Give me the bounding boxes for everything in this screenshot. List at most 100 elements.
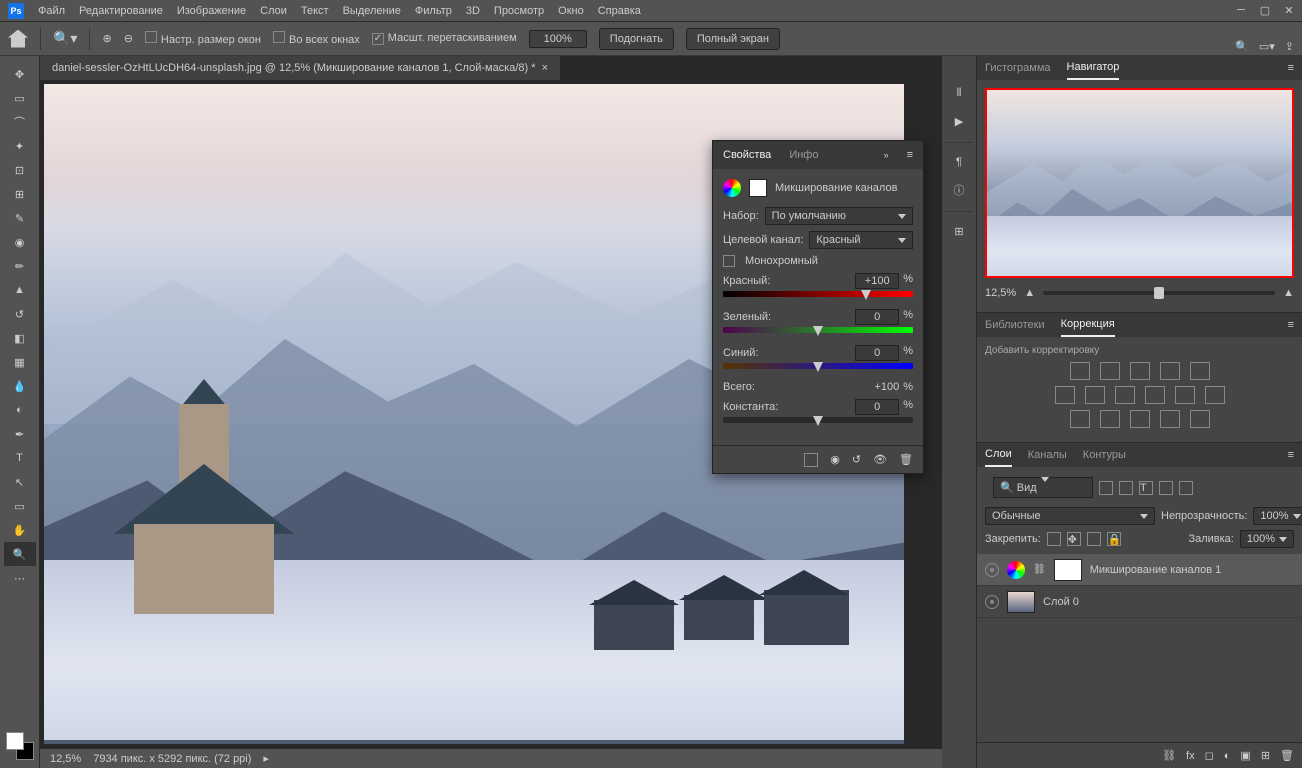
layer-item[interactable]: ⛓ Микширование каналов 1 [977,554,1302,586]
collapse-icon[interactable]: » [884,150,889,160]
mask-thumbnail[interactable] [1054,559,1082,581]
tab-channels[interactable]: Каналы [1028,444,1067,466]
new-group-icon[interactable]: ▣ [1240,749,1250,762]
threshold-icon[interactable] [1130,410,1150,428]
constant-slider[interactable] [723,417,913,425]
filter-type-icon[interactable]: T [1139,481,1153,495]
panel-menu-icon[interactable]: ≡ [1288,449,1294,461]
zoom-level-input[interactable]: 100% [529,30,587,48]
minimize-button[interactable]: ─ [1234,3,1248,17]
lasso-tool[interactable]: ⌒ [4,110,36,134]
swatch-icon[interactable]: ⊞ [946,218,972,244]
layer-mask-icon[interactable]: ◻ [1205,749,1214,762]
menu-layers[interactable]: Слои [260,5,287,17]
info-icon[interactable]: ⓘ [946,177,972,203]
brightness-icon[interactable] [1070,362,1090,380]
foreground-color[interactable] [6,732,24,750]
eyedropper-tool[interactable]: ✎ [4,206,36,230]
layer-filter-select[interactable]: 🔍 Вид [993,477,1093,498]
tab-navigator[interactable]: Навигатор [1067,56,1120,80]
menu-filter[interactable]: Фильтр [415,5,452,17]
visibility-toggle[interactable] [985,595,999,609]
paragraph-icon[interactable]: ¶ [946,149,972,175]
lock-artboard-icon[interactable] [1087,532,1101,546]
status-zoom[interactable]: 12,5% [50,753,81,765]
search-icon[interactable]: 🔍 [1235,40,1249,53]
filter-shape-icon[interactable] [1159,481,1173,495]
play-icon[interactable]: ▶ [946,108,972,134]
layer-name[interactable]: Слой 0 [1043,596,1079,608]
menu-image[interactable]: Изображение [177,5,246,17]
more-tools[interactable]: ⋯ [4,566,36,590]
marquee-tool[interactable]: ▭ [4,86,36,110]
tab-correction[interactable]: Коррекция [1061,313,1115,337]
colorlookup-icon[interactable] [1205,386,1225,404]
exposure-icon[interactable] [1160,362,1180,380]
blue-slider[interactable] [723,363,913,371]
navigator-thumbnail[interactable] [985,88,1294,278]
visibility-toggle[interactable] [985,563,999,577]
brush-tool[interactable]: ✏ [4,254,36,278]
fullscreen-button[interactable]: Полный экран [686,28,780,50]
gradient-tool[interactable]: ▦ [4,350,36,374]
nav-zoom-out-icon[interactable]: ▲ [1024,287,1035,299]
blur-tool[interactable]: 💧 [4,374,36,398]
menu-help[interactable]: Справка [598,5,641,17]
tab-info[interactable]: Инфо [789,149,818,161]
tab-libraries[interactable]: Библиотеки [985,314,1045,336]
pen-tool[interactable]: ✒ [4,422,36,446]
nav-zoom-in-icon[interactable]: ▲ [1283,287,1294,299]
shape-tool[interactable]: ▭ [4,494,36,518]
vibrance-icon[interactable] [1190,362,1210,380]
maximize-button[interactable]: ▢ [1258,3,1272,17]
layer-style-icon[interactable]: fx [1186,750,1195,762]
new-layer-icon[interactable]: ⊞ [1261,749,1270,762]
link-layers-icon[interactable]: ⛓ [1162,749,1176,762]
layer-name[interactable]: Микширование каналов 1 [1090,564,1222,576]
view-previous-icon[interactable]: ◉ [830,453,840,466]
nav-zoom-slider[interactable] [1043,291,1275,295]
constant-input[interactable]: 0 [855,399,899,415]
lock-all-icon[interactable]: 🔒 [1107,532,1121,546]
reset-icon[interactable]: ↺ [852,453,861,466]
photofilter-icon[interactable] [1145,386,1165,404]
zoom-tool[interactable]: 🔍 [4,542,36,566]
move-tool[interactable]: ✥ [4,62,36,86]
green-input[interactable]: 0 [855,309,899,325]
share-icon[interactable]: ⇪ [1285,40,1294,53]
red-input[interactable]: +100 [855,273,899,289]
invert-icon[interactable] [1070,410,1090,428]
filter-adjust-icon[interactable] [1119,481,1133,495]
fit-button[interactable]: Подогнать [599,28,674,50]
zoom-in-icon[interactable]: ⊕ [102,32,111,45]
channelmixer-icon[interactable] [1175,386,1195,404]
selectivecolor-icon[interactable] [1190,410,1210,428]
history-brush-tool[interactable]: ↺ [4,302,36,326]
panel-menu-icon[interactable]: ≡ [907,149,913,161]
opacity-input[interactable]: 100% [1253,507,1302,525]
layer-item[interactable]: Слой 0 [977,586,1302,618]
layer-thumbnail[interactable] [1007,591,1035,613]
mask-icon[interactable] [749,179,767,197]
blend-mode-select[interactable]: Обычные [985,507,1155,525]
filter-image-icon[interactable] [1099,481,1113,495]
levels-icon[interactable] [1100,362,1120,380]
hand-tool[interactable]: ✋ [4,518,36,542]
panel-menu-icon[interactable]: ≡ [1288,319,1294,331]
dodge-tool[interactable]: ◐ [4,398,36,422]
stamp-tool[interactable]: ▲ [4,278,36,302]
toggle-visibility-icon[interactable]: 👁 [873,453,887,466]
tab-properties[interactable]: Свойства [723,149,771,161]
crop-tool[interactable]: ⊡ [4,158,36,182]
hue-icon[interactable] [1055,386,1075,404]
menu-3d[interactable]: 3D [466,5,480,17]
new-fill-icon[interactable]: ◐ [1224,750,1231,762]
document-tab[interactable]: daniel-sessler-OzHtLUcDH64-unsplash.jpg … [40,56,560,80]
close-button[interactable]: ✕ [1282,3,1296,17]
menu-window[interactable]: Окно [558,5,584,17]
type-tool[interactable]: T [4,446,36,470]
red-slider[interactable] [723,291,913,299]
output-channel-select[interactable]: Красный [809,231,913,249]
eraser-tool[interactable]: ◧ [4,326,36,350]
clip-icon[interactable] [804,453,818,467]
